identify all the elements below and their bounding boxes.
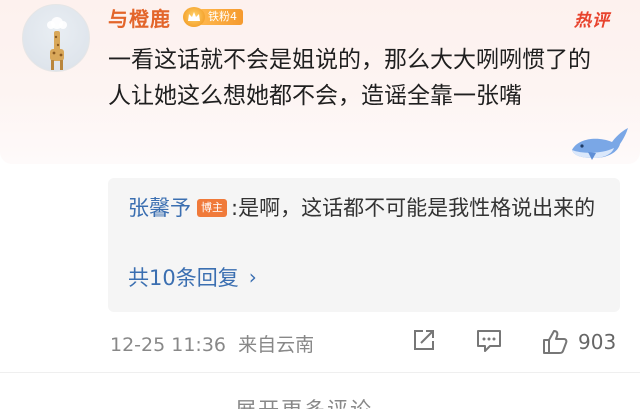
share-button[interactable] [410,326,438,358]
comment-icon [477,330,501,352]
share-icon [414,330,434,350]
hot-comment-tag: 热评 [574,11,610,31]
user-avatar[interactable] [22,4,90,72]
divider [0,372,640,373]
giraffe-avatar-icon [47,17,67,70]
like-button[interactable]: 903 [540,326,616,358]
replies-count-label: 共10条回复 [128,266,239,290]
reply-text: 是啊，这话都不可能是我性格说出来的 [238,196,596,220]
crown-icon [183,7,205,27]
chevron-down-icon: ⌄ [385,398,405,409]
whale-icon [572,128,628,160]
fan-level-badge[interactable]: 铁粉4 [183,7,243,27]
chevron-right-icon: › [248,265,257,289]
blogger-tag: 博主 [197,199,227,217]
expand-more-comments-button[interactable]: 展开更多评论 ⌄ [0,394,640,409]
comment-meta: 12-25 11:36 来自云南 [110,330,314,357]
comment-timestamp: 12-25 11:36 [110,334,227,356]
comment-location: 来自云南 [238,334,315,356]
like-icon [543,330,568,354]
like-count: 903 [578,330,617,354]
view-all-replies-link[interactable]: 共10条回复 › [128,262,257,292]
fan-badge-label: 铁粉4 [199,9,243,25]
reply-preview[interactable]: 张馨予 博主:是啊，这话都不可能是我性格说出来的 [128,190,608,226]
expand-more-label: 展开更多评论 [235,398,373,409]
comment-username[interactable]: 与橙鹿 [108,3,171,32]
comment-button[interactable] [474,326,504,358]
comment-page: 与橙鹿 铁粉4 热评 一看这话就不会是姐说的，那么大大咧咧惯了的人让她这么想她都… [0,0,640,409]
reply-author[interactable]: 张馨予 [128,196,191,220]
comment-body: 一看这话就不会是姐说的，那么大大咧咧惯了的人让她这么想她都不会，造谣全靠一张嘴 [108,47,591,109]
